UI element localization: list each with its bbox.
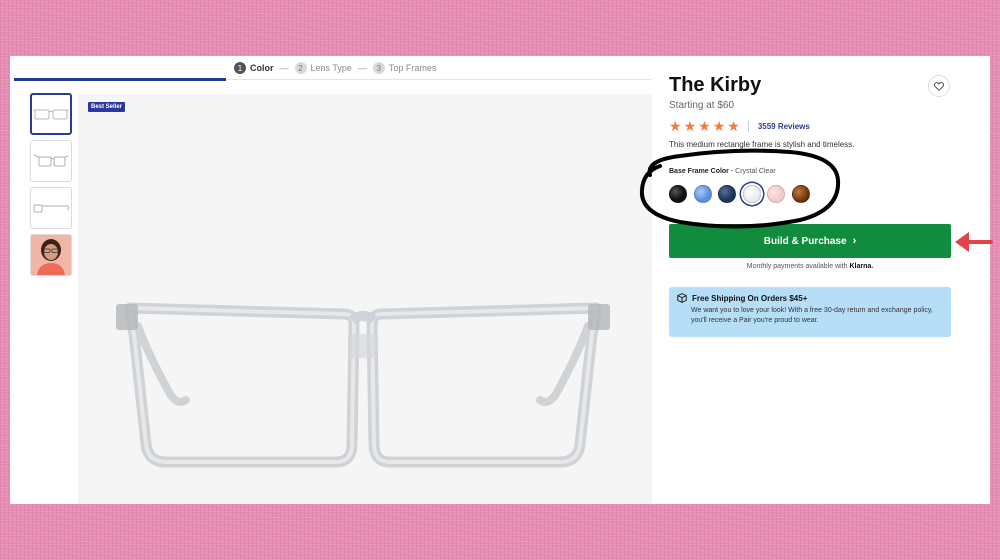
step-top-frames[interactable]: 3 Top Frames <box>372 62 437 74</box>
step-separator: — <box>279 63 289 73</box>
step-separator: — <box>357 63 367 73</box>
monthly-payments-text: Monthly payments available with <box>746 263 848 270</box>
star-icon: ★ <box>683 118 697 134</box>
red-arrow-icon <box>955 232 993 252</box>
favorite-button[interactable] <box>928 75 950 97</box>
swatch-crystal-clear[interactable] <box>742 185 761 203</box>
thumbnail-front-view[interactable] <box>30 93 72 135</box>
step-label: Top Frames <box>388 63 437 73</box>
step-lens-type[interactable]: 2 Lens Type <box>294 62 352 74</box>
base-frame-color-label: Base Frame Color - Crystal Clear <box>669 168 776 175</box>
build-button-label: Build & Purchase <box>763 235 847 247</box>
model-wearing-glasses-icon <box>31 235 71 275</box>
step-number: 3 <box>372 62 385 74</box>
build-and-purchase-button[interactable]: Build & Purchase › <box>669 224 951 258</box>
thumbnail-model-view[interactable] <box>30 234 72 276</box>
glasses-front-thumbnail-icon <box>33 109 69 120</box>
color-label-title: Base Frame Color <box>669 168 729 175</box>
step-progress: 1 Color — 2 Lens Type — 3 Top Frames <box>234 62 436 74</box>
star-icon: ★ <box>698 118 711 134</box>
step-color[interactable]: 1 Color <box>234 62 274 74</box>
color-swatch-list <box>669 185 816 203</box>
rating-divider <box>747 120 749 132</box>
package-icon <box>677 293 687 303</box>
swatch-blue[interactable] <box>693 185 712 203</box>
reviews-link[interactable]: 3559 Reviews <box>758 122 810 131</box>
step-number: 1 <box>234 62 246 74</box>
step-label: Color <box>250 63 274 73</box>
swatch-black[interactable] <box>669 185 687 203</box>
step-label: Lens Type <box>310 63 352 73</box>
best-seller-badge: Best Seller <box>88 102 126 112</box>
step-number: 2 <box>294 62 307 74</box>
chevron-right-icon: › <box>852 235 857 247</box>
shipping-title-row: Free Shipping On Orders $45+ <box>677 293 943 303</box>
heart-icon <box>934 81 944 91</box>
selected-color-name: Crystal Clear <box>735 168 776 175</box>
product-price: Starting at $60 <box>669 100 735 111</box>
star-icon: ★ <box>669 118 682 134</box>
shipping-title: Free Shipping On Orders $45+ <box>692 293 808 303</box>
product-rating: ★ ★ ★ ★ ★ 3559 Reviews <box>669 119 810 133</box>
product-description: This medium rectangle frame is stylish a… <box>669 140 855 149</box>
glasses-angle-thumbnail-icon <box>33 154 69 167</box>
thumbnail-angle-view[interactable] <box>30 140 72 182</box>
swatch-tortoise[interactable] <box>791 185 810 203</box>
monthly-payments-note: Monthly payments available with Klarna. <box>669 263 951 270</box>
swatch-pink[interactable] <box>767 185 785 203</box>
tab-active-indicator <box>14 78 226 81</box>
thumbnail-side-view[interactable] <box>30 187 72 229</box>
glasses-side-thumbnail-icon <box>33 204 70 213</box>
star-icon: ★ <box>727 118 740 134</box>
color-label-separator: - <box>730 168 734 175</box>
main-product-image[interactable]: Best Seller <box>78 94 652 504</box>
thumbnail-list <box>30 93 74 281</box>
star-icon: ★ <box>712 118 726 134</box>
eyeglasses-image <box>116 302 610 468</box>
swatch-navy[interactable] <box>718 185 736 203</box>
free-shipping-banner: Free Shipping On Orders $45+ We want you… <box>669 287 951 337</box>
klarna-logo: Klarna. <box>849 263 874 270</box>
product-page-screenshot: 1 Color — 2 Lens Type — 3 Top Frames Bes… <box>10 56 990 504</box>
shipping-description: We want you to love your look! With a fr… <box>691 307 933 324</box>
product-title: The Kirby <box>669 74 762 96</box>
